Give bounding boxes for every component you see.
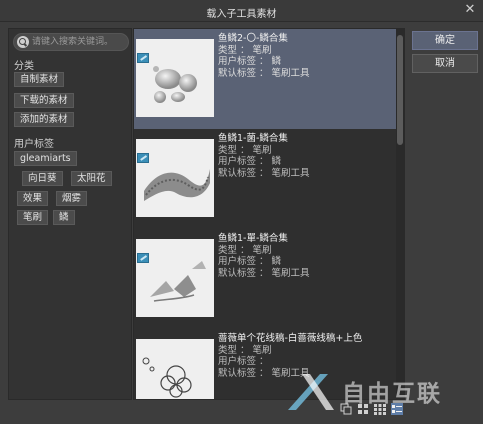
material-info: 鱼鳞1-單-鳞合集 类型 ： 笔刷 用户标签 ： 鳞 默认标签 ： 笔刷工具 bbox=[218, 233, 394, 279]
tag-gleamiarts[interactable]: gleamiarts bbox=[14, 151, 77, 166]
tag-effect[interactable]: 效果 bbox=[17, 191, 49, 206]
view-mode-bar bbox=[340, 403, 406, 417]
thumbnail-small-icon[interactable] bbox=[340, 403, 352, 415]
material-type: 类型 ： 笔刷 bbox=[218, 144, 272, 156]
category-heading: 分类 bbox=[14, 61, 34, 72]
list-item[interactable]: 鱼鳞1-單-鳞合集 类型 ： 笔刷 用户标签 ： 鳞 默认标签 ： 笔刷工具 bbox=[134, 229, 396, 329]
window-title: 载入子工具素材 bbox=[206, 9, 277, 20]
material-thumbnail bbox=[136, 139, 214, 217]
material-thumbnail bbox=[136, 39, 214, 117]
tag-sunflower[interactable]: 向日葵 bbox=[22, 171, 63, 186]
user-tags-heading: 用户标签 bbox=[14, 139, 54, 150]
material-name: 蔷薇单个花线稿-白蔷薇线稿+上色 bbox=[218, 333, 363, 344]
list-detail-icon[interactable] bbox=[391, 403, 403, 415]
material-type: 类型 ： 笔刷 bbox=[218, 244, 272, 256]
tag-sun-flower[interactable]: 太阳花 bbox=[71, 171, 112, 186]
search-icon bbox=[17, 36, 29, 48]
material-type: 类型 ： 笔刷 bbox=[218, 44, 272, 56]
close-icon[interactable]: ✕ bbox=[463, 3, 477, 17]
brush-preview-image bbox=[153, 66, 197, 103]
title-bar: 载入子工具素材 ✕ bbox=[0, 0, 483, 22]
material-default-tags: 默认标签 ： 笔刷工具 bbox=[218, 67, 310, 79]
category-downloaded[interactable]: 下载的素材 bbox=[14, 93, 74, 108]
search-box[interactable] bbox=[13, 33, 129, 51]
tag-smoke[interactable]: 烟雾 bbox=[56, 191, 88, 206]
watermark-logo-icon bbox=[288, 374, 334, 410]
material-info: 鱼鳞1-菌-鳞合集 类型 ： 笔刷 用户标签 ： 鳞 默认标签 ： 笔刷工具 bbox=[218, 133, 394, 179]
material-thumbnail bbox=[136, 239, 214, 317]
grid-large-icon[interactable] bbox=[374, 403, 386, 415]
search-input[interactable] bbox=[32, 35, 126, 49]
material-user-tags: 用户标签 ： 鳞 bbox=[218, 56, 282, 67]
material-user-tags: 用户标签 ： 鳞 bbox=[218, 256, 282, 267]
material-name: 鱼鳞1-單-鳞合集 bbox=[218, 233, 288, 244]
material-name: 鱼鳞2-〇-鳞合集 bbox=[218, 33, 288, 44]
cancel-button[interactable]: 取消 bbox=[412, 54, 478, 73]
material-name: 鱼鳞1-菌-鳞合集 bbox=[218, 133, 288, 144]
material-list: 鱼鳞2-〇-鳞合集 类型 ： 笔刷 用户标签 ： 鳞 默认标签 ： 笔刷工具 鱼… bbox=[133, 28, 405, 400]
list-item[interactable]: 鱼鳞2-〇-鳞合集 类型 ： 笔刷 用户标签 ： 鳞 默认标签 ： 笔刷工具 bbox=[134, 29, 396, 129]
category-added[interactable]: 添加的素材 bbox=[14, 112, 74, 127]
material-default-tags: 默认标签 ： 笔刷工具 bbox=[218, 267, 310, 279]
brush-type-icon bbox=[137, 53, 149, 63]
list-item[interactable]: 鱼鳞1-菌-鳞合集 类型 ： 笔刷 用户标签 ： 鳞 默认标签 ： 笔刷工具 bbox=[134, 129, 396, 229]
brush-preview-image bbox=[142, 357, 192, 398]
category-self-made[interactable]: 自制素材 bbox=[14, 72, 65, 87]
material-info: 鱼鳞2-〇-鳞合集 类型 ： 笔刷 用户标签 ： 鳞 默认标签 ： 笔刷工具 bbox=[218, 33, 394, 79]
brush-type-icon bbox=[137, 153, 149, 163]
ok-button[interactable]: 确定 bbox=[412, 31, 478, 50]
brush-preview-image bbox=[150, 261, 206, 302]
material-type: 类型 ： 笔刷 bbox=[218, 344, 272, 356]
tag-brush[interactable]: 笔刷 bbox=[17, 210, 49, 225]
scrollbar-thumb[interactable] bbox=[397, 35, 403, 145]
list-scrollbar[interactable] bbox=[396, 29, 404, 399]
tag-scale[interactable]: 鳞 bbox=[53, 210, 75, 225]
material-user-tags: 用户标签 ： bbox=[218, 356, 269, 367]
grid-medium-icon[interactable] bbox=[357, 403, 369, 415]
material-default-tags: 默认标签 ： 笔刷工具 bbox=[218, 167, 310, 179]
sidebar: 分类 自制素材 下载的素材 添加的素材 用户标签 gleamiarts 向日葵 … bbox=[8, 28, 132, 400]
material-user-tags: 用户标签 ： 鳞 bbox=[218, 156, 282, 167]
brush-preview-image bbox=[144, 169, 210, 201]
brush-type-icon bbox=[137, 253, 149, 263]
material-thumbnail bbox=[136, 339, 214, 399]
